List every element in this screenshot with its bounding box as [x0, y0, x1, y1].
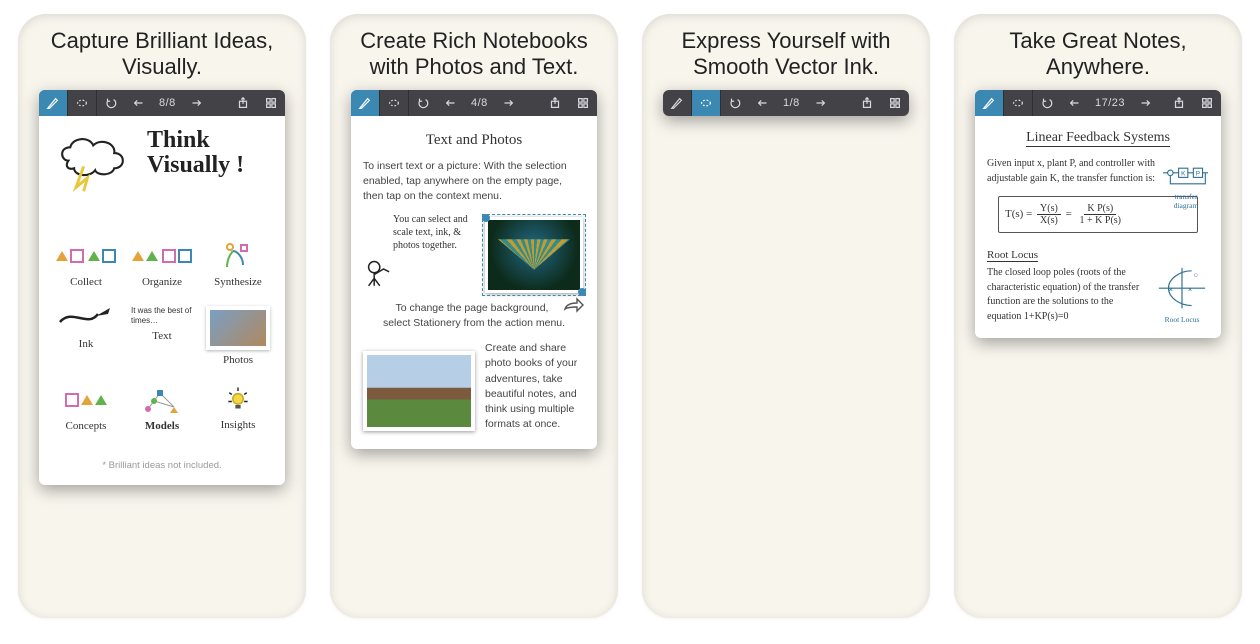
svg-text:×: ×	[1168, 285, 1173, 294]
prev-icon[interactable]	[125, 90, 153, 116]
pen-icon[interactable]	[351, 90, 380, 116]
root-locus-heading: Root Locus	[987, 249, 1038, 262]
paragraph-2: To change the page background, select St…	[363, 301, 585, 331]
undo-icon[interactable]	[97, 90, 125, 116]
paragraph-1: To insert text or a picture: With the se…	[363, 159, 585, 205]
pen-icon[interactable]	[39, 90, 68, 116]
toolbar: 1/8	[663, 90, 909, 116]
selected-photo[interactable]	[485, 217, 583, 293]
device-2: 4/8 Text and Photos To insert text or a …	[351, 90, 597, 449]
svg-text:○: ○	[1194, 271, 1199, 280]
page-heading: Text and Photos	[363, 132, 585, 149]
card-1: Capture Brilliant Ideas, Visually. 8/8	[18, 14, 306, 618]
page-body[interactable]: Linear Feedback Systems K P transfer dia…	[975, 116, 1221, 338]
prev-icon[interactable]	[1061, 90, 1089, 116]
cell-organize: Organize	[127, 240, 197, 288]
card-2-caption: Create Rich Notebooks with Photos and Te…	[340, 28, 608, 82]
card-2: Create Rich Notebooks with Photos and Te…	[330, 14, 618, 618]
toolbar: 4/8	[351, 90, 597, 116]
toolbar: 17/23	[975, 90, 1221, 116]
grid-icon[interactable]	[1193, 90, 1221, 116]
grid-icon[interactable]	[257, 90, 285, 116]
svg-text:K: K	[1181, 171, 1186, 178]
cell-ink: Ink	[51, 306, 121, 366]
device-4: 17/23 Linear Feedback Systems K P transf…	[975, 90, 1221, 338]
page-body[interactable]: Think Visually ! Collect Organize Synthe…	[39, 116, 285, 485]
cell-photos: Photos	[203, 306, 273, 366]
cell-models: Models	[127, 384, 197, 432]
card-4: Take Great Notes, Anywhere. 17/23 Linear…	[954, 14, 1242, 618]
device-3: 1/8	[663, 90, 909, 116]
card-1-caption: Capture Brilliant Ideas, Visually.	[28, 28, 296, 82]
prev-icon[interactable]	[749, 90, 777, 116]
share-icon[interactable]	[1165, 90, 1193, 116]
cell-synthesize: Synthesize	[203, 240, 273, 288]
device-1: 8/8 Think Visually !	[39, 90, 285, 485]
next-icon[interactable]	[806, 90, 834, 116]
notes-title: Linear Feedback Systems	[1026, 130, 1170, 147]
lasso-icon[interactable]	[380, 90, 409, 116]
toolbar: 8/8	[39, 90, 285, 116]
next-icon[interactable]	[1131, 90, 1159, 116]
stick-figure-icon	[363, 213, 391, 297]
lasso-icon[interactable]	[68, 90, 97, 116]
cell-text: It was the best of times… Text	[127, 306, 197, 366]
svg-text:×: ×	[1188, 285, 1193, 294]
pen-icon[interactable]	[663, 90, 692, 116]
row-b: Ink It was the best of times… Text Photo…	[51, 306, 273, 366]
share-arrow-icon	[563, 297, 585, 316]
transfer-diagram: K P transfer diagram	[1163, 159, 1209, 210]
share-icon[interactable]	[541, 90, 569, 116]
prev-icon[interactable]	[437, 90, 465, 116]
next-icon[interactable]	[182, 90, 210, 116]
cell-collect: Collect	[51, 240, 121, 288]
card-3-caption: Express Yourself with Smooth Vector Ink.	[652, 28, 920, 82]
grid-icon[interactable]	[881, 90, 909, 116]
castle-photo	[363, 351, 475, 431]
pen-icon[interactable]	[975, 90, 1004, 116]
undo-icon[interactable]	[409, 90, 437, 116]
page-counter: 17/23	[1089, 97, 1131, 109]
grid-icon[interactable]	[569, 90, 597, 116]
thought-cloud-icon	[55, 132, 141, 190]
think-visually-title: Think Visually !	[147, 128, 273, 178]
card-3: Express Yourself with Smooth Vector Ink.…	[642, 14, 930, 618]
footnote: * Brilliant ideas not included.	[51, 460, 273, 471]
share-icon[interactable]	[853, 90, 881, 116]
photo-thumb	[206, 306, 270, 350]
screenshot-gallery: Capture Brilliant Ideas, Visually. 8/8	[0, 0, 1260, 644]
lasso-icon[interactable]	[1004, 90, 1033, 116]
card-4-caption: Take Great Notes, Anywhere.	[964, 28, 1232, 82]
next-icon[interactable]	[494, 90, 522, 116]
row-a: Collect Organize Synthesize	[51, 240, 273, 288]
undo-icon[interactable]	[1033, 90, 1061, 116]
cell-concepts: Concepts	[51, 384, 121, 432]
share-icon[interactable]	[229, 90, 257, 116]
page-counter: 1/8	[777, 97, 806, 109]
svg-text:P: P	[1196, 171, 1200, 178]
root-locus-diagram: × × ○ Root Locus	[1155, 266, 1209, 310]
row-c: Concepts Models In	[51, 384, 273, 432]
page-counter: 4/8	[465, 97, 494, 109]
page-body[interactable]: Text and Photos To insert text or a pict…	[351, 116, 597, 449]
lasso-icon[interactable]	[692, 90, 721, 116]
cell-insights: Insights	[203, 384, 273, 432]
page-counter: 8/8	[153, 97, 182, 109]
undo-icon[interactable]	[721, 90, 749, 116]
